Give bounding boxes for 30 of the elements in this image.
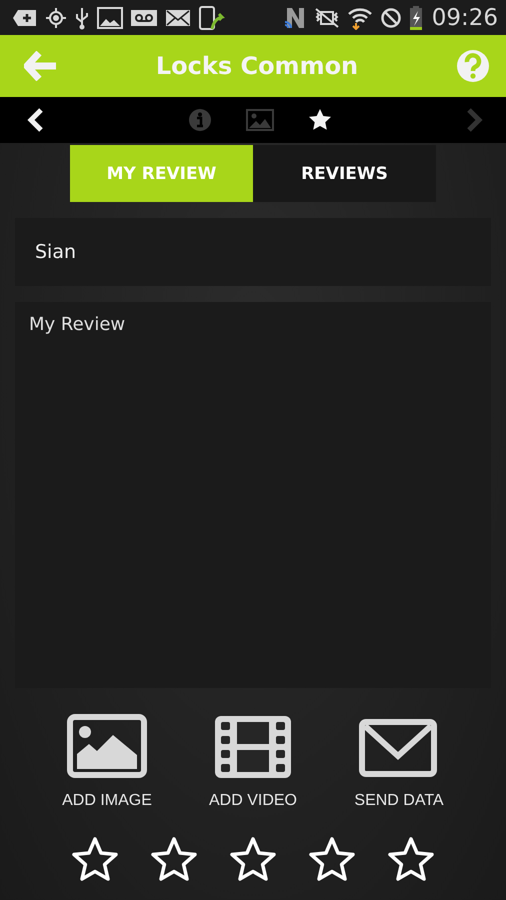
image-icon	[97, 6, 123, 30]
battery-icon	[408, 4, 423, 30]
star-icon[interactable]	[229, 836, 277, 882]
phone-upload-icon	[198, 4, 226, 30]
gps-icon	[45, 6, 67, 28]
plus-tag-icon	[12, 8, 38, 28]
image-icon	[67, 714, 147, 780]
action-button[interactable]: ADD VIDEO	[203, 714, 303, 810]
wifi-icon	[346, 6, 373, 30]
star-icon[interactable]	[71, 836, 119, 882]
status-time: 09:26	[432, 4, 498, 30]
previous-chevron-icon[interactable]	[26, 107, 46, 133]
name-field[interactable]: Sian	[15, 218, 491, 286]
mail-icon	[165, 8, 191, 28]
voicemail-icon	[130, 8, 158, 28]
vibrate-off-icon	[314, 6, 340, 28]
star-icon[interactable]	[150, 836, 198, 882]
screen-title: Locks Common	[156, 52, 358, 80]
star-icon[interactable]	[308, 108, 332, 132]
blocked-icon	[380, 6, 402, 28]
video-icon	[213, 714, 293, 780]
usb-icon	[74, 6, 90, 30]
star-icon[interactable]	[387, 836, 435, 882]
star-icon[interactable]	[308, 836, 356, 882]
review-field[interactable]: My Review	[15, 302, 491, 688]
star-rating[interactable]	[71, 836, 435, 882]
nfc-icon	[282, 6, 307, 30]
action-button[interactable]: SEND DATA	[349, 714, 449, 810]
action-button[interactable]: ADD IMAGE	[57, 714, 157, 810]
tab[interactable]: REVIEWS	[253, 145, 436, 202]
